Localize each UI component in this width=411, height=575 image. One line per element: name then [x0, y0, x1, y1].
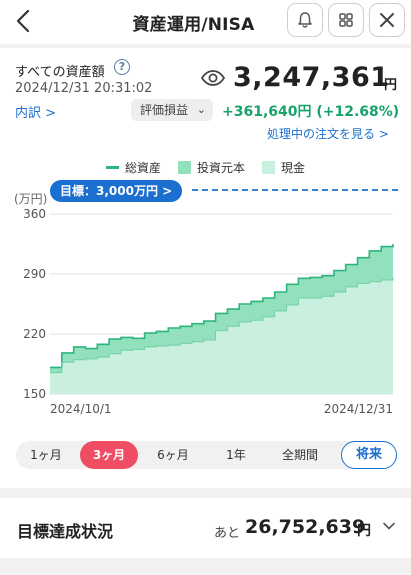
- total-assets-amount: 3,247,361: [233, 62, 390, 93]
- chevron-down-icon: ⌄: [196, 103, 206, 116]
- breakdown-link[interactable]: 内訳 >: [15, 102, 56, 121]
- goal-remaining-value: 26,752,639: [245, 516, 366, 538]
- close-button[interactable]: [369, 3, 405, 37]
- period-tabs: [16, 441, 396, 469]
- goal-status-title: 目標達成状況: [17, 522, 114, 541]
- y-tick-label: 290: [23, 267, 46, 281]
- legend-invested-swatch: [178, 161, 191, 174]
- legend-total: 総資産: [106, 159, 161, 176]
- help-icon[interactable]: ?: [114, 59, 130, 75]
- tab-6-months[interactable]: 6ヶ月: [146, 441, 200, 469]
- y-tick-label: 360: [23, 207, 46, 221]
- future-button[interactable]: 将来: [341, 441, 397, 469]
- close-icon: [380, 13, 394, 27]
- legend-cash-label: 現金: [281, 161, 306, 175]
- profit-loss-value: +361,640円 (+12.68%): [222, 104, 400, 120]
- goal-remaining-unit: 円: [357, 523, 371, 539]
- total-assets-unit: 円: [384, 78, 398, 93]
- chevron-left-icon: [16, 9, 30, 33]
- goal-remaining-prefix: あと: [214, 526, 241, 541]
- tab-all-time[interactable]: 全期間: [270, 441, 330, 469]
- back-button[interactable]: [10, 6, 38, 36]
- menu-grid-button[interactable]: [328, 3, 364, 37]
- pending-orders-link[interactable]: 処理中の注文を見る >: [267, 125, 389, 142]
- grid-icon: [339, 13, 353, 27]
- valuation-type-label: 評価損益: [140, 103, 189, 117]
- legend-invested: 投資元本: [178, 159, 245, 176]
- x-tick-label: 2024/12/31: [324, 402, 393, 416]
- eye-icon[interactable]: [200, 68, 226, 88]
- legend-total-label: 総資産: [125, 161, 162, 175]
- total-assets-label: すべての資産額: [15, 65, 105, 80]
- asset-chart[interactable]: (万円) 150 220 290 360 2024/10/1 2024/12/31: [0, 180, 411, 420]
- header-divider: [0, 44, 411, 48]
- invested-area: [50, 277, 393, 394]
- valuation-type-select[interactable]: 評価損益 ⌄: [131, 99, 213, 121]
- legend-cash-swatch: [262, 161, 275, 174]
- y-tick-label: 220: [23, 327, 46, 341]
- timestamp: 2024/12/31 20:31:02: [15, 81, 153, 96]
- goal-badge[interactable]: 目標：3,000万円 >: [50, 180, 183, 202]
- notification-button[interactable]: [287, 3, 323, 37]
- tab-1-month[interactable]: 1ヶ月: [20, 441, 72, 469]
- header: 資産運用/NISA: [0, 0, 411, 44]
- section-divider: [0, 488, 411, 498]
- chevron-down-icon[interactable]: [382, 519, 396, 533]
- legend-total-swatch: [106, 166, 119, 169]
- bell-icon: [298, 12, 312, 28]
- legend-cash: 現金: [262, 159, 305, 176]
- x-tick-label: 2024/10/1: [50, 402, 112, 416]
- bottom-divider: [0, 558, 411, 575]
- tab-1-year[interactable]: 1年: [214, 441, 258, 469]
- y-unit-label: (万円): [14, 192, 47, 206]
- page-title: 資産運用/NISA: [132, 15, 255, 35]
- legend-invested-label: 投資元本: [197, 161, 246, 175]
- y-tick-label: 150: [23, 387, 46, 401]
- tab-3-months[interactable]: 3ヶ月: [80, 441, 138, 469]
